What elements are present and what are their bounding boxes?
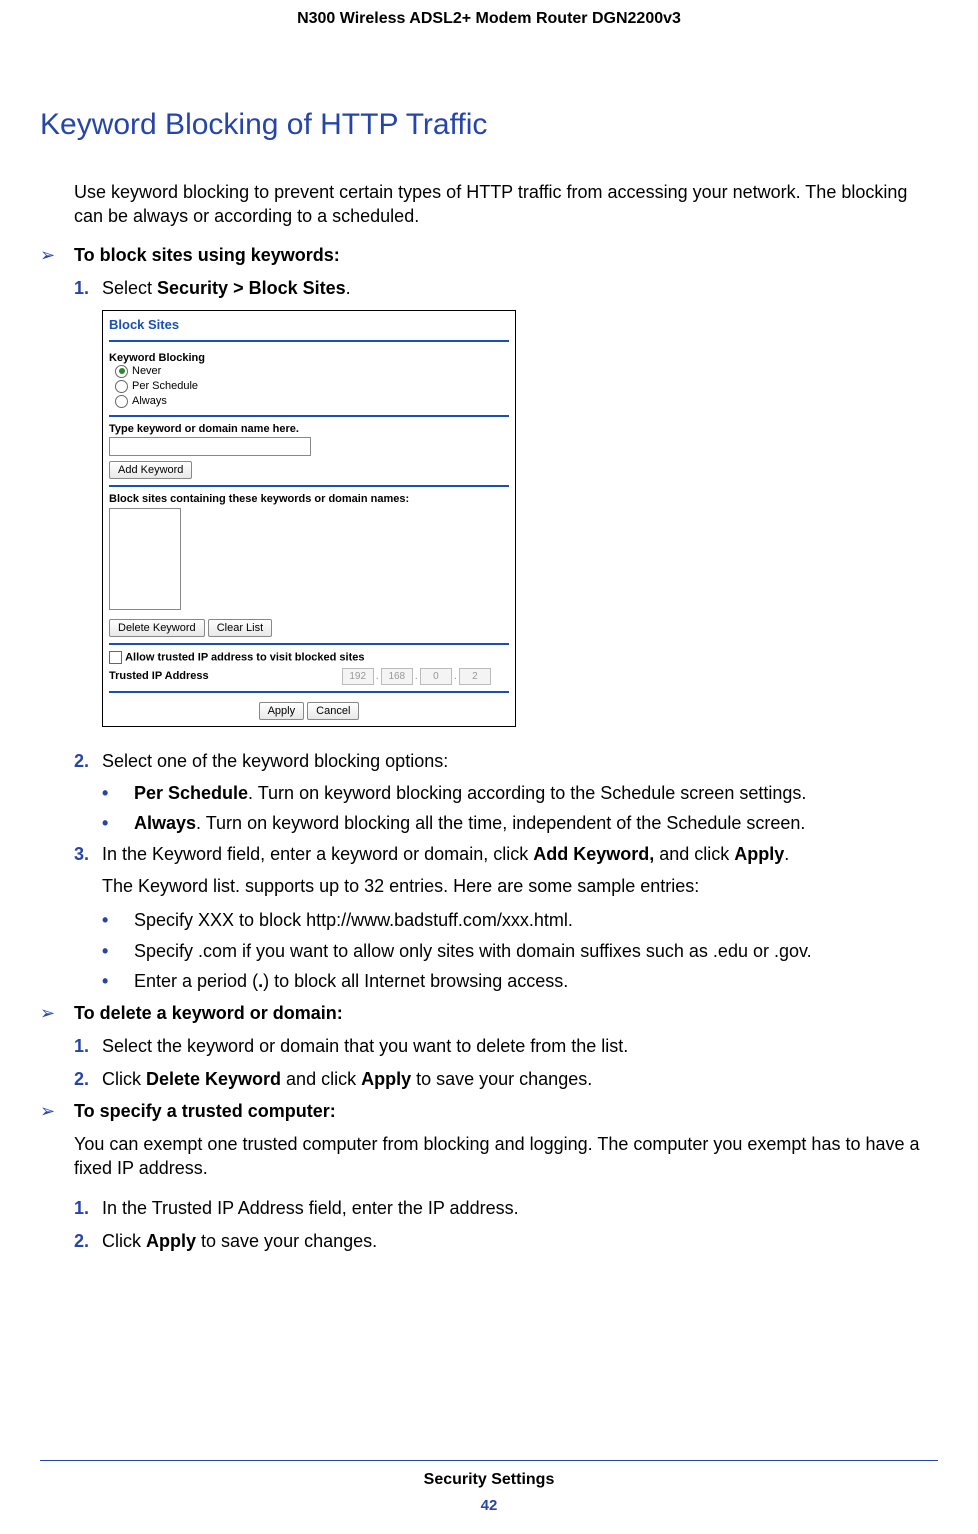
step-3-text: In the Keyword field, enter a keyword or… xyxy=(102,842,938,866)
ui-keyword-blocking-label: Keyword Blocking xyxy=(109,352,509,364)
ui-panel-title: Block Sites xyxy=(109,315,509,338)
document-header: N300 Wireless ADSL2+ Modem Router DGN220… xyxy=(40,10,938,28)
procedure-3-title: To specify a trusted computer: xyxy=(74,1101,336,1122)
footer-section-title: Security Settings xyxy=(40,1471,938,1489)
step-2-text: Select one of the keyword blocking optio… xyxy=(102,749,938,773)
step-number: 2. xyxy=(74,749,102,773)
keyword-input[interactable] xyxy=(109,437,311,456)
procedure-arrow-icon: ➢ xyxy=(40,245,74,266)
procedure-2-title: To delete a keyword or domain: xyxy=(74,1003,343,1024)
step-number: 2. xyxy=(74,1229,102,1253)
allow-trusted-label: Allow trusted IP address to visit blocke… xyxy=(125,651,364,663)
bullet-icon: • xyxy=(102,939,134,963)
bullet-icon: • xyxy=(102,781,134,805)
proc2-step2: Click Delete Keyword and click Apply to … xyxy=(102,1067,938,1091)
trusted-ip-label: Trusted IP Address xyxy=(109,670,209,682)
ui-type-keyword-label: Type keyword or domain name here. xyxy=(109,423,509,435)
radio-never[interactable] xyxy=(115,365,128,378)
add-keyword-button[interactable]: Add Keyword xyxy=(109,461,192,479)
step-3-followup: The Keyword list. supports up to 32 entr… xyxy=(102,874,938,898)
bullet-always: Always. Turn on keyword blocking all the… xyxy=(134,811,938,835)
allow-trusted-checkbox[interactable] xyxy=(109,651,122,664)
bullet-per-schedule: Per Schedule. Turn on keyword blocking a… xyxy=(134,781,938,805)
cancel-button[interactable]: Cancel xyxy=(307,702,359,720)
page-footer: Security Settings 42 xyxy=(40,1460,938,1514)
delete-keyword-button[interactable]: Delete Keyword xyxy=(109,619,205,637)
apply-button[interactable]: Apply xyxy=(259,702,305,720)
step-number: 1. xyxy=(74,1034,102,1058)
procedure-arrow-icon: ➢ xyxy=(40,1101,74,1122)
proc3-intro: You can exempt one trusted computer from… xyxy=(74,1132,938,1181)
keyword-listbox[interactable] xyxy=(109,508,181,610)
step-1-text: Select Security > Block Sites. xyxy=(102,276,938,300)
ip-octet-4[interactable]: 2 xyxy=(459,668,491,685)
radio-always-label: Always xyxy=(132,395,167,407)
bullet-icon: • xyxy=(102,811,134,835)
proc3-step2: Click Apply to save your changes. xyxy=(102,1229,938,1253)
page-title: Keyword Blocking of HTTP Traffic xyxy=(40,108,938,142)
clear-list-button[interactable]: Clear List xyxy=(208,619,272,637)
bullet-sample-1: Specify XXX to block http://www.badstuff… xyxy=(134,908,938,932)
intro-paragraph: Use keyword blocking to prevent certain … xyxy=(74,180,938,229)
ip-octet-2[interactable]: 168 xyxy=(381,668,413,685)
bullet-sample-2: Specify .com if you want to allow only s… xyxy=(134,939,938,963)
proc2-step1: Select the keyword or domain that you wa… xyxy=(102,1034,938,1058)
proc3-step1: In the Trusted IP Address field, enter t… xyxy=(102,1196,938,1220)
step-number: 1. xyxy=(74,276,102,300)
radio-never-label: Never xyxy=(132,365,161,377)
bullet-sample-3: Enter a period (.) to block all Internet… xyxy=(134,969,938,993)
bullet-icon: • xyxy=(102,908,134,932)
ui-block-list-label: Block sites containing these keywords or… xyxy=(109,493,509,505)
step-number: 1. xyxy=(74,1196,102,1220)
radio-per-schedule[interactable] xyxy=(115,380,128,393)
ip-octet-3[interactable]: 0 xyxy=(420,668,452,685)
step-number: 3. xyxy=(74,842,102,866)
step-number: 2. xyxy=(74,1067,102,1091)
procedure-1-title: To block sites using keywords: xyxy=(74,245,340,266)
radio-per-schedule-label: Per Schedule xyxy=(132,380,198,392)
radio-always[interactable] xyxy=(115,395,128,408)
ip-octet-1[interactable]: 192 xyxy=(342,668,374,685)
block-sites-screenshot: Block Sites Keyword Blocking Never Per S… xyxy=(102,310,516,727)
bullet-icon: • xyxy=(102,969,134,993)
procedure-arrow-icon: ➢ xyxy=(40,1003,74,1024)
footer-page-number: 42 xyxy=(40,1497,938,1514)
